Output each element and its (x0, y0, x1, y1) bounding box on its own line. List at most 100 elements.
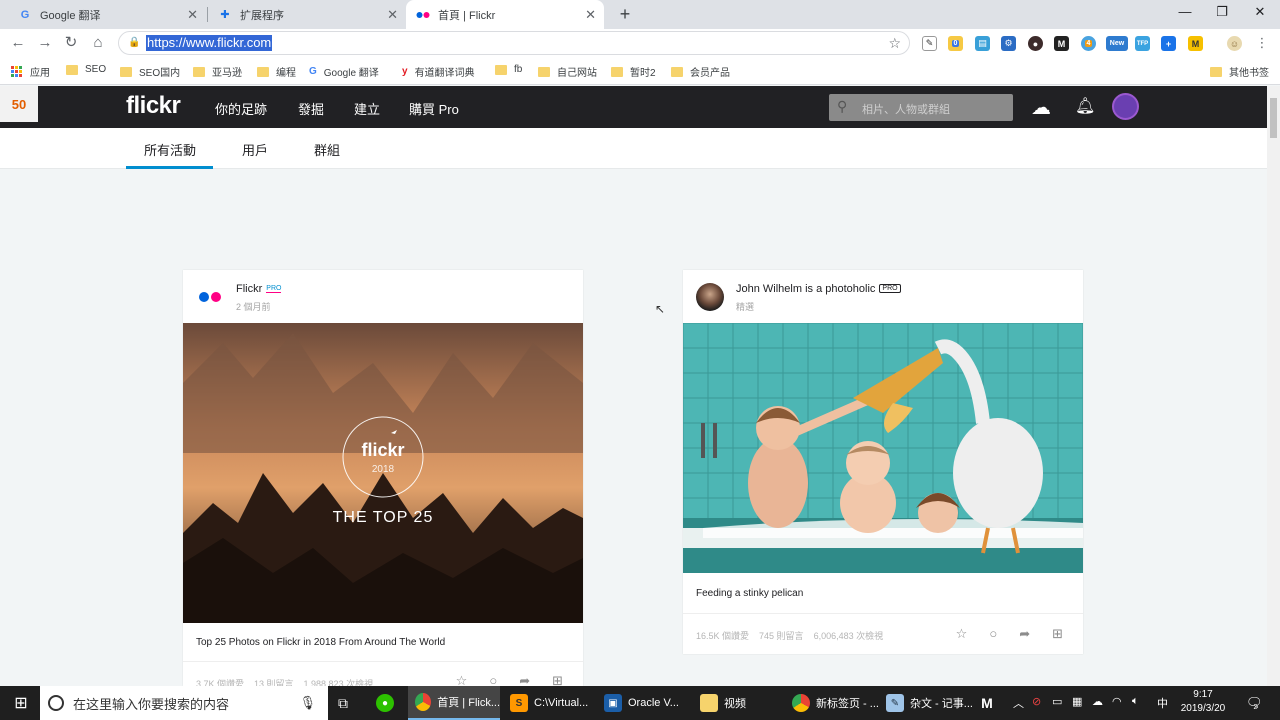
task-view-icon[interactable]: ⧉ (338, 686, 348, 720)
photo-top25[interactable]: flickr 2018 THE TOP 25 (183, 323, 583, 623)
screen-extension-icon[interactable]: ▤ (975, 36, 990, 51)
notes-extension-icon[interactable]: 0 (948, 36, 963, 51)
wechat-icon[interactable]: ● (376, 686, 400, 720)
author-name-text[interactable]: Flickr (236, 283, 262, 295)
new-tab-icon[interactable]: + (615, 4, 635, 25)
bookmark-temp2[interactable]: 暂时2 (611, 64, 656, 79)
plus-extension-icon[interactable]: + (1161, 36, 1176, 51)
show-hidden-icons-icon[interactable]: ︿ (1013, 695, 1024, 711)
search-extension-icon[interactable]: 4 (1081, 36, 1096, 51)
address-bar[interactable]: 🔒 https://www.flickr.com ☆ (118, 31, 910, 55)
wifi-icon[interactable]: ◠ (1112, 695, 1122, 708)
bookmark-own-sites[interactable]: 自己网站 (538, 64, 597, 79)
share-icon[interactable]: ➦ (519, 673, 530, 686)
taskbar-search-input[interactable]: 在这里输入你要搜索的内容 🎙︎ (40, 686, 328, 720)
pro-badge: PRO (266, 285, 282, 293)
bookmark-other[interactable]: 其他书签 (1210, 64, 1269, 79)
network-tray-icon[interactable]: ▦ (1072, 695, 1082, 708)
translate-extension-icon[interactable]: ⚙ (1001, 36, 1016, 51)
close-window-icon[interactable]: ✕ (1248, 4, 1272, 20)
url-text[interactable]: https://www.flickr.com (146, 35, 273, 51)
windows-start-icon[interactable]: ⊞ (10, 686, 32, 720)
close-tab-icon[interactable]: ✕ (585, 7, 596, 23)
nav-explore[interactable]: 發掘 (298, 99, 324, 118)
taskbar-chrome-newtab[interactable]: 新标签页 - ... (790, 686, 880, 720)
taskbar-chrome-flickr[interactable]: 首頁 | Flick... (408, 686, 500, 720)
taskbar-sublime[interactable]: S C:\Virtual... (504, 686, 594, 720)
upload-cloud-icon[interactable]: ☁ (1031, 95, 1051, 120)
speaker-icon[interactable]: 🔈︎ (1132, 695, 1139, 708)
bookmark-apps[interactable]: 应用 (11, 64, 50, 79)
back-icon[interactable]: ← (9, 34, 27, 52)
home-icon[interactable]: ⌂ (89, 34, 107, 52)
bookmark-fb[interactable]: fb (495, 64, 522, 75)
comment-icon[interactable]: ○ (989, 626, 997, 642)
photo-pelican[interactable] (683, 323, 1083, 573)
taskbar-videos-folder[interactable]: 视频 (694, 686, 784, 720)
profile-extension-icon[interactable]: ● (1028, 36, 1043, 51)
author-avatar[interactable] (696, 283, 724, 311)
notifications-icon[interactable]: 🗨︎2 (1246, 695, 1263, 711)
user-avatar-icon[interactable]: ☺ (1227, 36, 1242, 51)
m-extension-icon[interactable]: M (1054, 36, 1069, 51)
system-clock[interactable]: 9:17 2019/3/20 (1172, 688, 1234, 716)
author-name[interactable]: John Wilhelm is a photoholic PRO (736, 283, 901, 295)
fave-star-icon[interactable]: ☆ (956, 626, 968, 642)
bookmark-seo[interactable]: SEO (66, 64, 106, 75)
author-name[interactable]: Flickr PRO (236, 283, 282, 295)
microphone-icon[interactable]: 🎙︎ (299, 695, 316, 711)
battery-icon[interactable]: ▭ (1052, 695, 1062, 708)
flickr-logo[interactable]: flickr (126, 92, 181, 120)
menu-more-icon[interactable]: ⋮ (1253, 34, 1271, 52)
bookmark-star-icon[interactable]: ☆ (888, 35, 901, 52)
bookmark-google-translate[interactable]: G Google 翻译 (309, 64, 379, 79)
close-tab-icon[interactable]: ✕ (187, 7, 198, 23)
tab-extensions[interactable]: ✚ 扩展程序 ✕ (208, 0, 406, 29)
fave-star-icon[interactable]: ☆ (456, 673, 468, 686)
nav-get-pro[interactable]: 購買 Pro (409, 99, 459, 118)
forward-icon[interactable]: → (36, 34, 54, 52)
tab-google-translate[interactable]: G Google 翻译 ✕ (8, 0, 206, 29)
tab-people[interactable]: 用戶 (242, 140, 268, 159)
reload-icon[interactable]: ↻ (62, 34, 80, 52)
author-name-text[interactable]: John Wilhelm is a photoholic (736, 283, 875, 295)
tab-groups[interactable]: 群組 (314, 140, 340, 159)
scrollbar[interactable] (1267, 86, 1280, 686)
notification-bell-icon[interactable]: 🔔︎ (1075, 96, 1095, 116)
bookmark-youdao[interactable]: y 有道翻译词典 (402, 64, 475, 79)
close-tab-icon[interactable]: ✕ (387, 7, 398, 23)
nav-create[interactable]: 建立 (354, 99, 380, 118)
add-to-gallery-icon[interactable]: ⊞ (1052, 626, 1063, 642)
pro-badge: PRO (879, 284, 901, 293)
ime-indicator[interactable]: 中 (1157, 695, 1168, 711)
search-input[interactable]: ⚲ 相片、人物或群組 (829, 94, 1013, 121)
security-tray-icon[interactable]: ⊘ (1032, 695, 1041, 708)
minimize-icon[interactable]: — (1173, 4, 1197, 19)
tab-all-activity[interactable]: 所有活動 (144, 140, 196, 159)
bookmark-amazon[interactable]: 亚马逊 (193, 64, 242, 79)
bookmark-member-products[interactable]: 会员产品 (671, 64, 730, 79)
mouse-cursor-icon: ↖ (655, 302, 666, 316)
new-extension-icon[interactable]: New (1106, 36, 1128, 51)
tfp-extension-icon[interactable]: TFP (1135, 36, 1150, 51)
maximize-icon[interactable]: ❐ (1210, 4, 1234, 20)
comment-icon[interactable]: ○ (489, 673, 497, 686)
tab-flickr[interactable]: 首頁 | Flickr ✕ (406, 0, 604, 29)
add-to-gallery-icon[interactable]: ⊞ (552, 673, 563, 686)
cloud-tray-icon[interactable]: ☁ (1092, 695, 1103, 708)
photo-title[interactable]: Feeding a stinky pelican (696, 588, 803, 599)
flickr-avatar[interactable] (196, 283, 224, 311)
taskbar-notepad[interactable]: ✎ 杂文 - 记事... (884, 686, 974, 720)
bookmark-seo-domestic[interactable]: SEO国内 (120, 64, 180, 79)
nav-you[interactable]: 你的足跡 (215, 99, 267, 118)
bookmark-programming[interactable]: 编程 (257, 64, 296, 79)
taskbar-virtualbox[interactable]: ▣ Oracle V... (598, 686, 688, 720)
scrollbar-thumb[interactable] (1270, 98, 1277, 138)
photo-title[interactable]: Top 25 Photos on Flickr in 2018 From Aro… (196, 637, 445, 648)
share-icon[interactable]: ➦ (1019, 626, 1030, 642)
m-yellow-extension-icon[interactable]: M (1188, 36, 1203, 51)
avatar[interactable] (1112, 93, 1139, 120)
m-app-icon[interactable]: M (978, 686, 996, 720)
anniversary-logo[interactable]: 50 (0, 86, 38, 122)
reader-extension-icon[interactable]: ✎ (922, 36, 937, 51)
